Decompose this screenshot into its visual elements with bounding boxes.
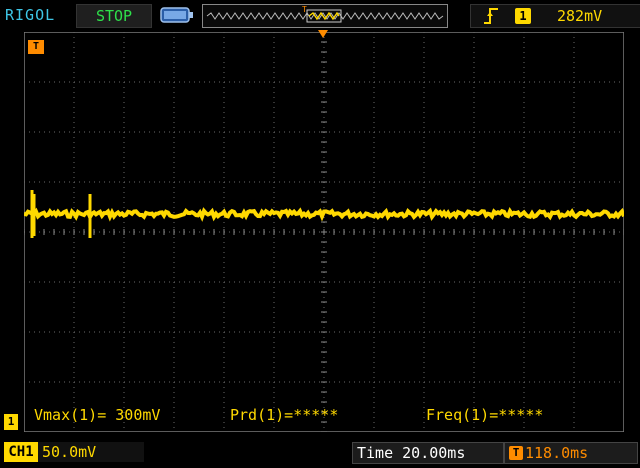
volts-per-div: 50.0mV <box>42 443 97 461</box>
battery-icon <box>160 7 193 23</box>
trigger-position-marker[interactable] <box>318 30 328 40</box>
frequency-measurement: Freq(1)=***** <box>426 406 544 424</box>
rising-edge-icon <box>484 8 498 24</box>
waveform-display[interactable] <box>24 32 624 432</box>
trigger-level: 282mV <box>557 7 603 25</box>
channel1-label: CH1 <box>4 442 38 462</box>
brand-logo: RIGOL <box>5 6 56 24</box>
trigger-delay-value: 118.0ms <box>525 444 589 462</box>
trigger-level-marker[interactable]: T <box>28 40 44 54</box>
channel1-settings[interactable]: CH1 50.0mV <box>4 442 144 462</box>
period-measurement: Prd(1)=***** <box>230 406 339 424</box>
trigger-delay-icon: T <box>509 446 523 460</box>
memory-timeline[interactable]: T <box>202 4 448 28</box>
bottom-status-bar: CH1 50.0mV Time 20.00ms T 118.0ms <box>0 436 640 468</box>
run-stop-button[interactable]: STOP <box>76 4 152 28</box>
trigger-channel-badge: 1 <box>515 8 531 24</box>
trigger-settings[interactable]: 1 282mV <box>470 4 640 28</box>
channel1-ground-marker[interactable]: 1 <box>4 414 18 430</box>
top-status-bar: RIGOL STOP T 1 282mV <box>0 0 640 30</box>
vmax-measurement: Vmax(1)= 300mV <box>34 406 161 424</box>
timebase-setting[interactable]: Time 20.00ms <box>352 442 504 464</box>
trigger-delay-setting[interactable]: T 118.0ms <box>504 442 638 464</box>
svg-text:T: T <box>302 5 307 14</box>
